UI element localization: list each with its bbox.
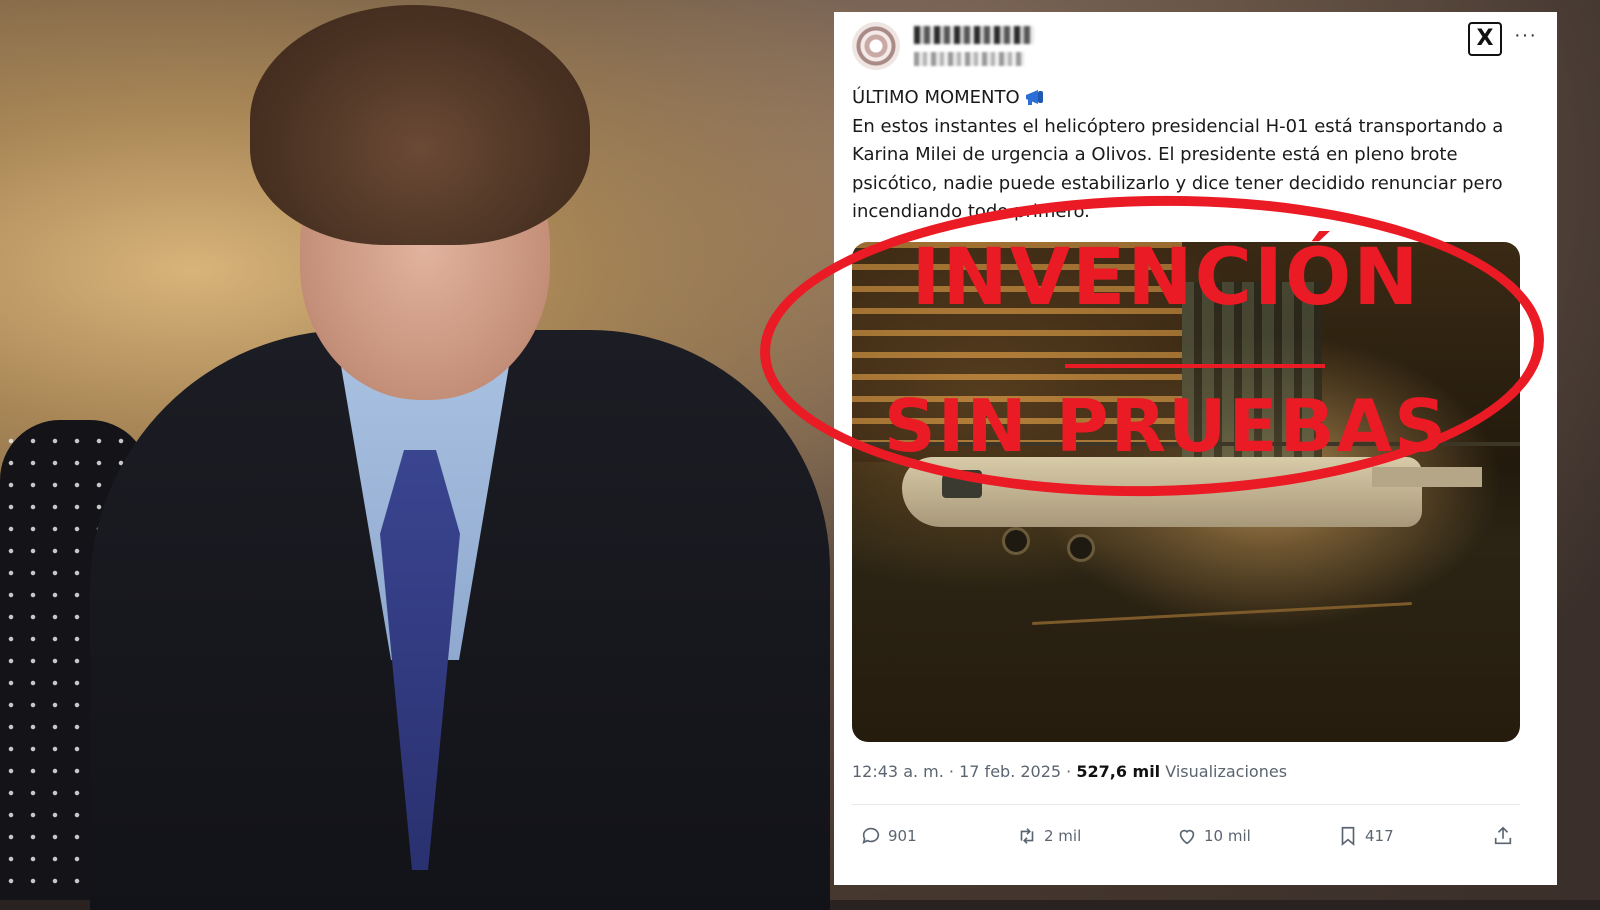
views-count: 527,6 mil [1076,762,1161,781]
helicopter-wheel [1067,534,1095,562]
tweet-actions: 901 2 mil 10 mil 417 [852,817,1520,855]
tweet-date[interactable]: 17 feb. 2025 [959,762,1061,781]
repost-count: 2 mil [1044,827,1082,845]
like-icon [1179,829,1195,845]
stamp-divider [1065,364,1325,368]
reply-icon [862,827,880,844]
tweet-time[interactable]: 12:43 a. m. [852,762,944,781]
share-icon [1494,826,1512,845]
share-button[interactable] [1492,817,1514,855]
bookmark-button[interactable]: 417 [1337,817,1394,855]
views-label: Visualizaciones [1165,762,1288,781]
blurred-username[interactable] [914,26,1034,44]
tweet-headline: ÚLTIMO MOMENTO [852,84,1532,113]
helicopter-wheel [1002,527,1030,555]
repost-button[interactable]: 2 mil [1016,817,1081,855]
reply-button[interactable]: 901 [860,817,917,855]
divider [852,804,1520,805]
bookmark-count: 417 [1365,827,1394,845]
tarmac-marking [1032,602,1412,625]
like-button[interactable]: 10 mil [1176,817,1251,855]
x-logo-icon[interactable]: X [1468,22,1502,56]
stamp-label-no-evidence: SIN PRUEBAS [883,384,1449,468]
like-count: 10 mil [1204,827,1251,845]
avatar[interactable] [852,22,900,70]
more-icon[interactable]: ··· [1514,24,1537,47]
helicopter-tail [1372,467,1482,487]
repost-icon [1020,828,1034,844]
bookmark-icon [1341,826,1355,847]
stamp-label-invention: INVENCIÓN [911,233,1421,323]
tweet-headline-text: ÚLTIMO MOMENTO [852,87,1020,108]
blurred-handle [914,52,1024,66]
reply-count: 901 [888,827,917,845]
tweet-meta: 12:43 a. m. · 17 feb. 2025 · 527,6 mil V… [852,762,1288,781]
megaphone-icon [1025,90,1043,105]
